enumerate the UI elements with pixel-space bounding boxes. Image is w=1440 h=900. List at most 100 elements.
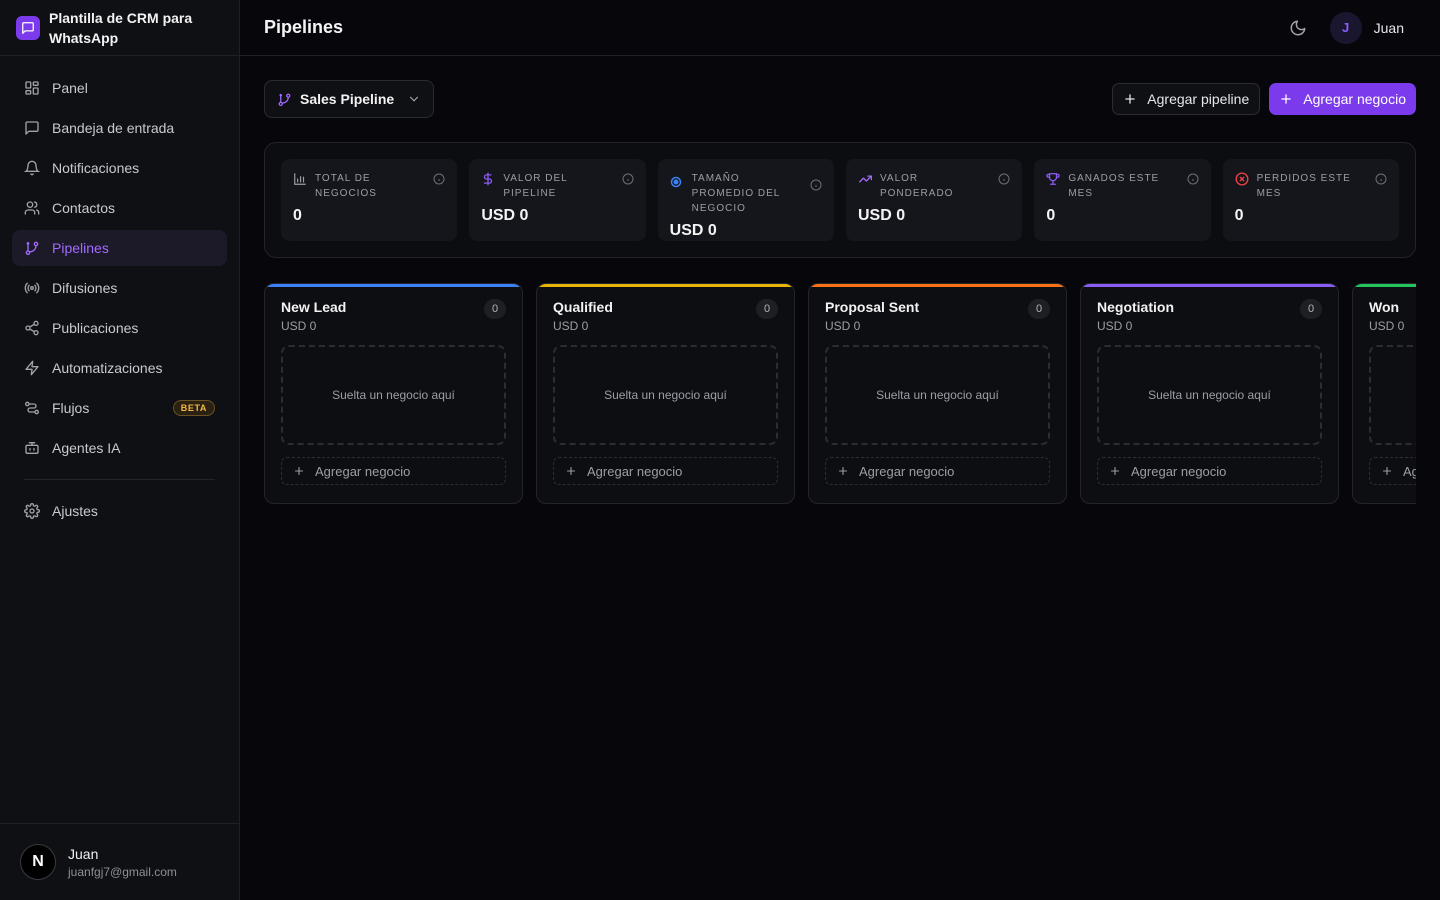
stat-value: USD 0 xyxy=(857,207,906,224)
theme-toggle-button[interactable] xyxy=(1282,12,1314,44)
trending-up-icon xyxy=(858,172,872,186)
sidebar-item-pipelines[interactable]: Pipelines xyxy=(12,230,227,266)
share-icon xyxy=(24,320,40,336)
sidebar-item-label: Flujos xyxy=(52,400,90,416)
sidebar-item-label: Ajustes xyxy=(52,503,98,519)
plus-icon xyxy=(293,465,305,477)
add-deal-to-stage-button[interactable]: Agregar negocio xyxy=(1369,457,1416,485)
chevron-down-icon xyxy=(407,92,421,106)
stage-column-qualified: Qualified USD 0 0 Suelta un negocio aquí… xyxy=(536,283,795,504)
toolbar: Sales Pipeline Agregar pipeline Agregar … xyxy=(264,80,1416,118)
brand-name: Plantilla de CRM para WhatsApp xyxy=(49,9,193,46)
stat-card-won-this-month: Ganados este mes 0 xyxy=(1034,159,1211,241)
user-profile[interactable]: N Juan juanfgj7@gmail.com xyxy=(0,823,239,900)
sidebar-item-label: Automatizaciones xyxy=(52,360,163,376)
stage-title: Qualified xyxy=(553,299,613,315)
page-title: Pipelines xyxy=(264,17,344,37)
sidebar-item-broadcasts[interactable]: Difusiones xyxy=(12,270,227,306)
stage-count-badge: 0 xyxy=(756,299,778,319)
stat-value: USD 0 xyxy=(481,207,529,224)
stat-card-average-deal-size: Tamaño promedio del negocio USD 0 xyxy=(657,159,834,241)
add-deal-to-stage-button[interactable]: Agregar negocio xyxy=(825,457,1050,485)
stat-label: Perdidos este mes xyxy=(1256,173,1351,199)
pipeline-select[interactable]: Sales Pipeline xyxy=(264,80,434,118)
deal-dropzone[interactable]: Suelta un negocio aquí xyxy=(1097,345,1322,445)
brand[interactable]: Plantilla de CRM para WhatsApp xyxy=(0,0,239,56)
sidebar-item-label: Bandeja de entrada xyxy=(52,120,175,136)
git-branch-icon xyxy=(24,240,40,256)
moon-icon xyxy=(1289,19,1307,37)
stage-total: USD 0 xyxy=(1097,319,1133,333)
info-icon[interactable] xyxy=(1375,173,1387,185)
deal-dropzone[interactable]: Suelta un negocio aquí xyxy=(1369,345,1416,445)
broadcast-icon xyxy=(24,280,40,296)
dashboard-icon xyxy=(24,80,40,96)
sidebar: Plantilla de CRM para WhatsApp Panel Ban… xyxy=(0,0,240,900)
header-avatar[interactable]: J xyxy=(1329,11,1362,44)
stage-color-bar xyxy=(265,284,522,287)
bell-icon xyxy=(24,160,40,176)
info-icon[interactable] xyxy=(1187,173,1199,185)
gear-icon xyxy=(24,503,40,519)
sidebar-item-settings[interactable]: Ajustes xyxy=(12,493,227,529)
sidebar-item-posts[interactable]: Publicaciones xyxy=(12,310,227,346)
stat-label: Valor del pipeline xyxy=(503,173,568,199)
add-deal-to-stage-button[interactable]: Agregar negocio xyxy=(553,457,778,485)
add-deal-button[interactable]: Agregar negocio xyxy=(1269,83,1416,115)
stage-count-badge: 0 xyxy=(484,299,506,319)
sidebar-item-label: Agentes IA xyxy=(52,440,121,456)
avatar: N xyxy=(20,844,56,880)
sidebar-item-notifications[interactable]: Notificaciones xyxy=(12,150,227,186)
sidebar-item-label: Notificaciones xyxy=(52,160,140,176)
stage-title: Proposal Sent xyxy=(825,299,920,315)
stage-title: New Lead xyxy=(281,299,347,315)
stat-value: USD 0 xyxy=(669,222,717,239)
bar-chart-icon xyxy=(293,172,307,186)
sidebar-item-contacts[interactable]: Contactos xyxy=(12,190,227,226)
add-pipeline-label: Agregar pipeline xyxy=(1147,91,1250,107)
target-icon xyxy=(670,176,684,190)
deal-dropzone[interactable]: Suelta un negocio aquí xyxy=(825,345,1050,445)
stage-color-bar xyxy=(1353,284,1416,287)
git-branch-icon xyxy=(277,92,292,107)
stage-total: USD 0 xyxy=(553,319,589,333)
stat-label: Valor ponderado xyxy=(879,173,954,199)
sidebar-item-flows[interactable]: Flujos BETA xyxy=(12,390,227,426)
add-deal-to-stage-button[interactable]: Agregar negocio xyxy=(1097,457,1322,485)
stat-value: 0 xyxy=(293,207,302,224)
deal-dropzone[interactable]: Suelta un negocio aquí xyxy=(553,345,778,445)
user-email: juanfgj7@gmail.com xyxy=(68,864,177,879)
info-icon[interactable] xyxy=(622,173,634,185)
stage-title: Negotiation xyxy=(1097,299,1174,315)
sidebar-item-label: Pipelines xyxy=(52,240,109,256)
info-icon[interactable] xyxy=(998,173,1010,185)
stats-panel: Total de negocios 0 Valor del pipeline U… xyxy=(264,142,1416,258)
header-user-name[interactable]: Juan xyxy=(1374,20,1404,36)
top-header: Pipelines J Juan xyxy=(240,0,1440,56)
stage-column-proposal-sent: Proposal Sent USD 0 0 Suelta un negocio … xyxy=(808,283,1067,504)
plus-icon xyxy=(1123,92,1137,106)
sidebar-item-panel[interactable]: Panel xyxy=(12,70,227,106)
deal-dropzone[interactable]: Suelta un negocio aquí xyxy=(281,345,506,445)
add-deal-label: Agregar negocio xyxy=(587,463,683,479)
main-content: Sales Pipeline Agregar pipeline Agregar … xyxy=(264,80,1416,504)
stage-column-negotiation: Negotiation USD 0 0 Suelta un negocio aq… xyxy=(1080,283,1339,504)
add-deal-label: Agregar negocio xyxy=(859,463,955,479)
flow-icon xyxy=(24,400,40,416)
sidebar-item-ai-agents[interactable]: Agentes IA xyxy=(12,430,227,466)
stat-label: Total de negocios xyxy=(315,173,377,199)
stage-total: USD 0 xyxy=(825,319,861,333)
stat-card-total-deals: Total de negocios 0 xyxy=(281,159,458,241)
sidebar-item-inbox[interactable]: Bandeja de entrada xyxy=(12,110,227,146)
dollar-icon xyxy=(481,172,495,186)
info-icon[interactable] xyxy=(433,173,445,185)
stat-label: Tamaño promedio del negocio xyxy=(691,173,780,214)
sidebar-item-label: Panel xyxy=(52,80,88,96)
add-pipeline-button[interactable]: Agregar pipeline xyxy=(1112,83,1261,115)
sidebar-item-automations[interactable]: Automatizaciones xyxy=(12,350,227,386)
plus-icon xyxy=(565,465,577,477)
add-deal-to-stage-button[interactable]: Agregar negocio xyxy=(281,457,506,485)
info-icon[interactable] xyxy=(810,179,822,191)
plus-icon xyxy=(1381,465,1393,477)
plus-icon xyxy=(1279,92,1293,106)
